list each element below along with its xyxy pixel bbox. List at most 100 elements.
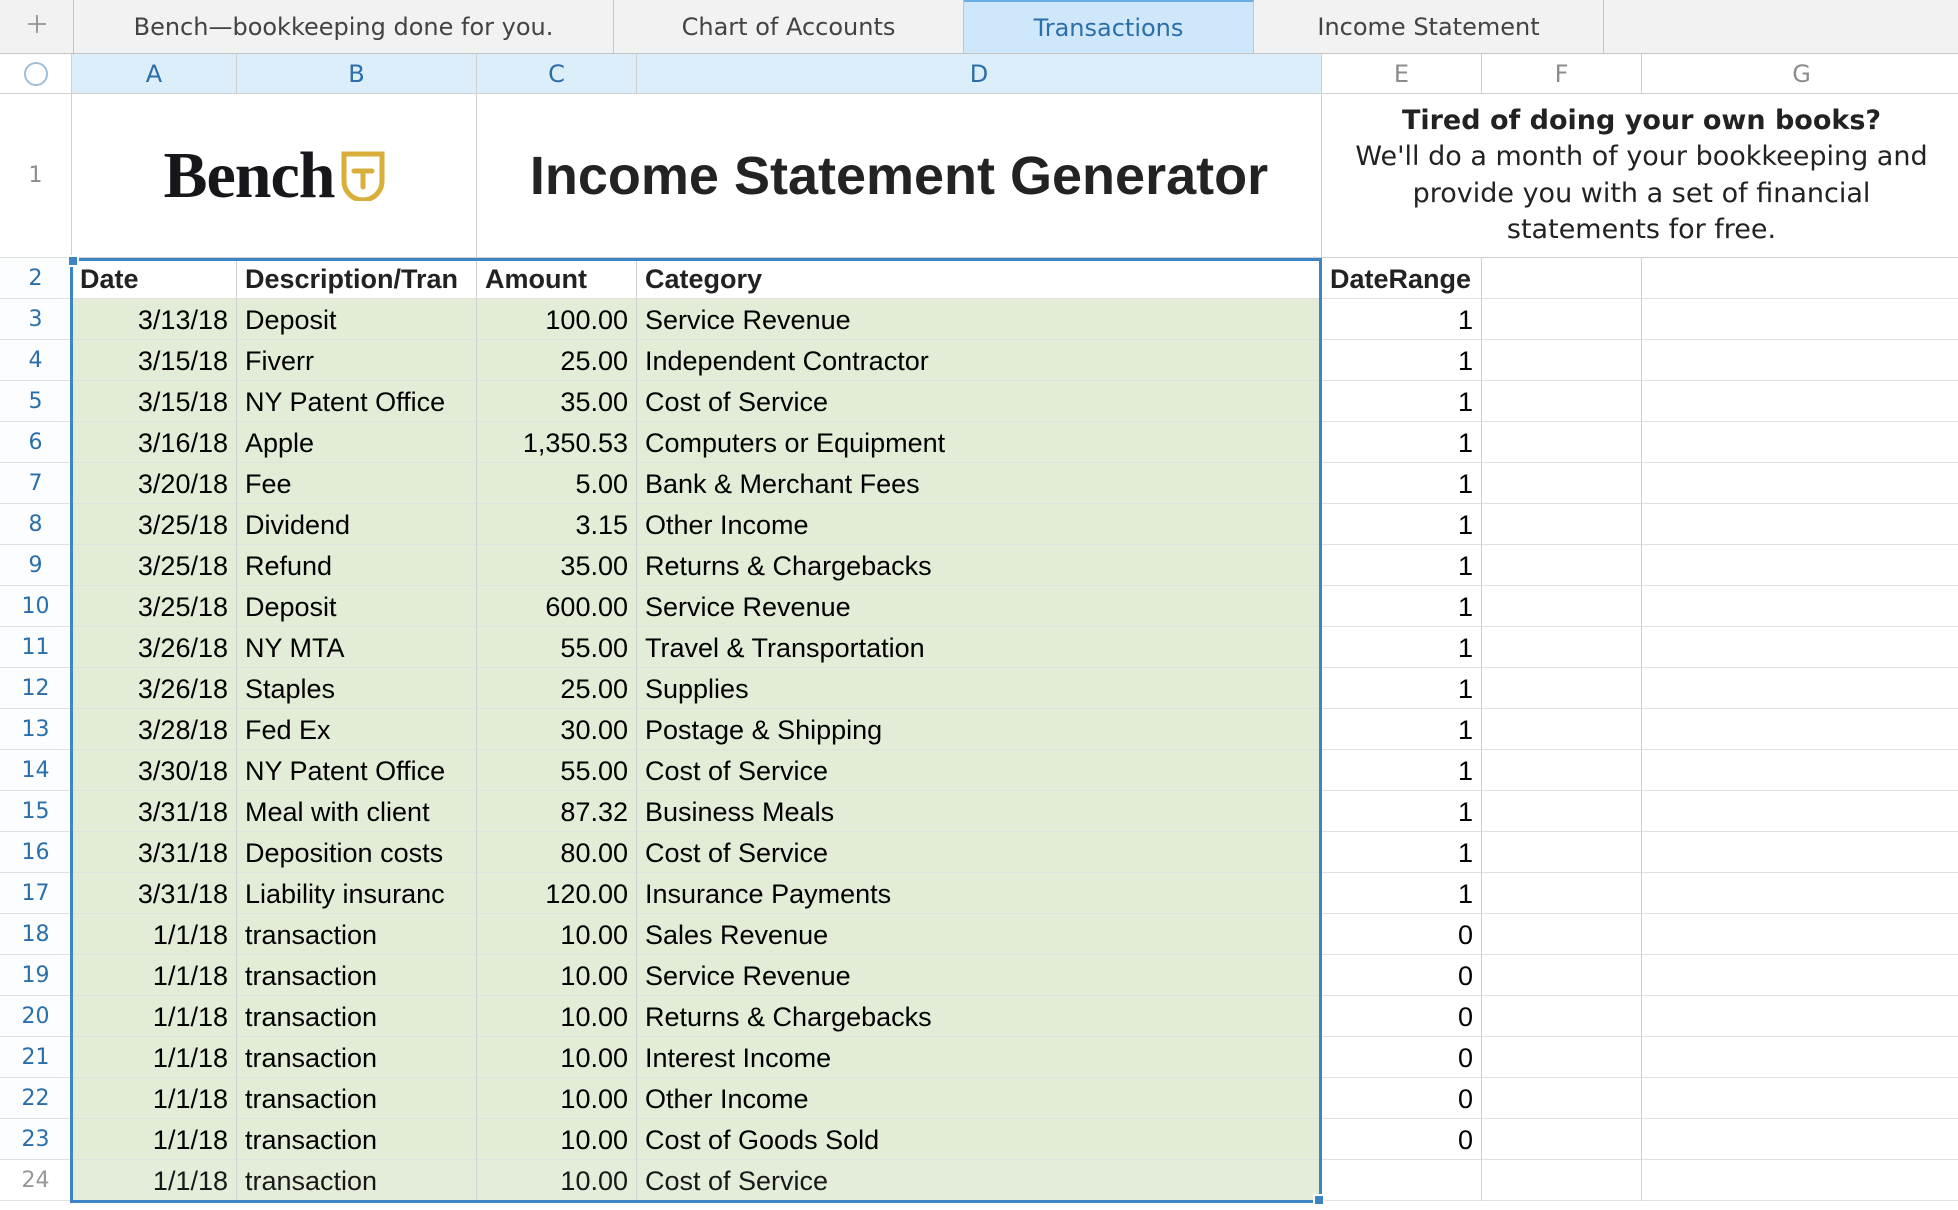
cell-daterange[interactable]: 1	[1322, 504, 1482, 545]
cell-date[interactable]: 1/1/18	[72, 1078, 237, 1119]
row-header[interactable]: 7	[0, 463, 72, 504]
cell-daterange[interactable]: 1	[1322, 586, 1482, 627]
column-header[interactable]: A	[72, 54, 237, 94]
cell-description[interactable]: NY Patent Office	[237, 381, 477, 422]
empty-cell[interactable]	[1642, 873, 1958, 914]
empty-cell[interactable]	[1642, 1119, 1958, 1160]
cell-date[interactable]: 3/30/18	[72, 750, 237, 791]
empty-cell[interactable]	[1482, 873, 1642, 914]
empty-cell[interactable]	[1642, 791, 1958, 832]
column-header[interactable]: B	[237, 54, 477, 94]
cell-category[interactable]: Cost of Service	[637, 381, 1322, 422]
empty-cell[interactable]	[1482, 545, 1642, 586]
empty-cell[interactable]	[1482, 422, 1642, 463]
empty-cell[interactable]	[1642, 586, 1958, 627]
cell-description[interactable]: Deposit	[237, 299, 477, 340]
sheet-tab-transactions[interactable]: Transactions	[964, 0, 1254, 53]
row-header[interactable]: 5	[0, 381, 72, 422]
cell-category[interactable]: Business Meals	[637, 791, 1322, 832]
column-header[interactable]: E	[1322, 54, 1482, 94]
cell-daterange[interactable]: 0	[1322, 914, 1482, 955]
cell-daterange[interactable]: 1	[1322, 627, 1482, 668]
column-header[interactable]: D	[637, 54, 1322, 94]
cell-category[interactable]: Service Revenue	[637, 955, 1322, 996]
cell-description[interactable]: transaction	[237, 1078, 477, 1119]
empty-cell[interactable]	[1482, 668, 1642, 709]
cell-date[interactable]: 3/31/18	[72, 832, 237, 873]
cell-date[interactable]: 1/1/18	[72, 955, 237, 996]
cell-date[interactable]: 3/15/18	[72, 340, 237, 381]
cell-amount[interactable]: 120.00	[477, 873, 637, 914]
cell-date[interactable]: 1/1/18	[72, 1119, 237, 1160]
empty-cell[interactable]	[1482, 381, 1642, 422]
empty-cell[interactable]	[1642, 1078, 1958, 1119]
cell-date[interactable]: 3/26/18	[72, 668, 237, 709]
empty-cell[interactable]	[1482, 832, 1642, 873]
empty-cell[interactable]	[1642, 955, 1958, 996]
cell-amount[interactable]: 10.00	[477, 1119, 637, 1160]
cell-description[interactable]: Refund	[237, 545, 477, 586]
cell-description[interactable]: transaction	[237, 1119, 477, 1160]
cell-description[interactable]: Apple	[237, 422, 477, 463]
empty-cell[interactable]	[1482, 996, 1642, 1037]
empty-cell[interactable]	[1642, 750, 1958, 791]
empty-cell[interactable]	[1482, 463, 1642, 504]
empty-cell[interactable]	[1482, 955, 1642, 996]
cell-description[interactable]: Fee	[237, 463, 477, 504]
cell-description[interactable]: transaction	[237, 1037, 477, 1078]
cell-description[interactable]: Fiverr	[237, 340, 477, 381]
sheet-tab-chart-of-accounts[interactable]: Chart of Accounts	[614, 0, 964, 53]
cell-date[interactable]: 1/1/18	[72, 996, 237, 1037]
cell-description[interactable]: transaction	[237, 914, 477, 955]
row-header[interactable]: 18	[0, 914, 72, 955]
row-header[interactable]: 14	[0, 750, 72, 791]
row-header[interactable]: 1	[0, 94, 72, 258]
cell-amount[interactable]: 600.00	[477, 586, 637, 627]
cell-description[interactable]: Meal with client	[237, 791, 477, 832]
empty-cell[interactable]	[1642, 258, 1958, 299]
cell-description[interactable]: Deposit	[237, 586, 477, 627]
select-all-cell[interactable]	[0, 54, 72, 94]
column-header[interactable]: G	[1642, 54, 1958, 94]
cell-daterange[interactable]: 0	[1322, 1119, 1482, 1160]
row-header[interactable]: 4	[0, 340, 72, 381]
row-header[interactable]: 22	[0, 1078, 72, 1119]
cell-category[interactable]: Bank & Merchant Fees	[637, 463, 1322, 504]
cell-daterange[interactable]: 1	[1322, 791, 1482, 832]
empty-cell[interactable]	[1482, 258, 1642, 299]
cell-amount[interactable]: 55.00	[477, 627, 637, 668]
empty-cell[interactable]	[1482, 750, 1642, 791]
cell-category[interactable]: Other Income	[637, 1078, 1322, 1119]
label-daterange[interactable]: DateRange	[1322, 258, 1482, 299]
cell-description[interactable]: Dividend	[237, 504, 477, 545]
sheet-tab-income-statement[interactable]: Income Statement	[1254, 0, 1604, 53]
cell-date[interactable]: 3/28/18	[72, 709, 237, 750]
empty-cell[interactable]	[1642, 627, 1958, 668]
cell-amount[interactable]: 30.00	[477, 709, 637, 750]
empty-cell[interactable]	[1482, 1078, 1642, 1119]
empty-cell[interactable]	[1482, 627, 1642, 668]
cell-date[interactable]: 3/20/18	[72, 463, 237, 504]
empty-cell[interactable]	[1482, 709, 1642, 750]
cell-category[interactable]: Postage & Shipping	[637, 709, 1322, 750]
empty-cell[interactable]	[1482, 299, 1642, 340]
cell-amount[interactable]: 1,350.53	[477, 422, 637, 463]
cell-category[interactable]: Returns & Chargebacks	[637, 996, 1322, 1037]
row-header[interactable]: 6	[0, 422, 72, 463]
cell-category[interactable]: Independent Contractor	[637, 340, 1322, 381]
empty-cell[interactable]	[1642, 914, 1958, 955]
cell-category[interactable]: Computers or Equipment	[637, 422, 1322, 463]
empty-cell[interactable]	[1482, 1160, 1642, 1201]
promo-cell[interactable]: Tired of doing your own books? We'll do …	[1322, 94, 1958, 257]
cell-description[interactable]: Fed Ex	[237, 709, 477, 750]
cell-amount[interactable]: 10.00	[477, 914, 637, 955]
row-header[interactable]: 12	[0, 668, 72, 709]
empty-cell[interactable]	[1642, 381, 1958, 422]
cell-daterange[interactable]: 1	[1322, 873, 1482, 914]
cell-daterange[interactable]: 1	[1322, 750, 1482, 791]
cell-amount[interactable]: 10.00	[477, 955, 637, 996]
empty-cell[interactable]	[1642, 340, 1958, 381]
cell-category[interactable]: Interest Income	[637, 1037, 1322, 1078]
cell-category[interactable]: Service Revenue	[637, 299, 1322, 340]
cell-date[interactable]: 3/26/18	[72, 627, 237, 668]
